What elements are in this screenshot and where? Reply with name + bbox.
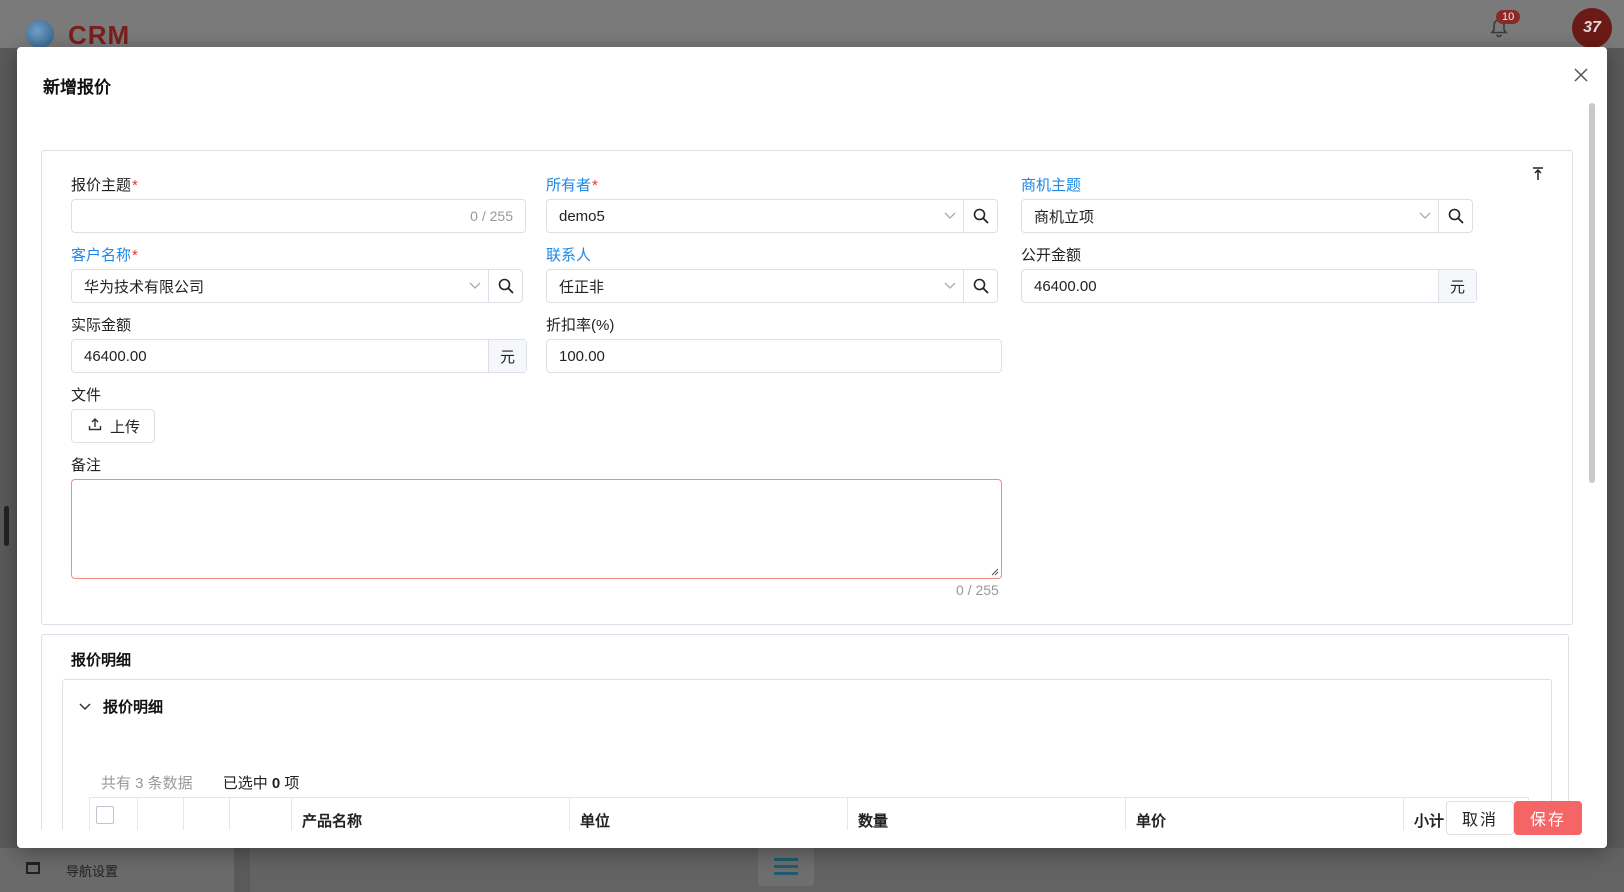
nav-settings-label: 导航设置 [66,864,119,879]
resize-handle-icon[interactable] [991,568,999,576]
chevron-down-icon [79,698,91,715]
chevron-down-icon[interactable] [1412,212,1438,220]
app-header: CRM 10 37 [0,0,1624,50]
total-count-text: 共有 3 条数据 [101,775,193,792]
customer-search-icon[interactable] [488,270,522,302]
notification-badge: 10 [1496,10,1521,24]
subject-char-count: 0 / 255 [470,208,513,224]
customer-select[interactable]: 华为技术有限公司 [71,269,523,303]
dialog-body[interactable]: 报价主题* 0 / 255 所有者* demo5 商机主题 商机立项 客户名称*… [41,103,1596,830]
remark-label: 备注 [71,457,102,474]
discount-input[interactable]: 100.00 [546,339,1002,373]
upload-icon [88,417,102,435]
chevron-down-icon[interactable] [937,212,963,220]
chevron-down-icon[interactable] [462,282,488,290]
chevron-down-icon[interactable] [937,282,963,290]
new-quote-dialog: 新增报价 报价主题* 0 / 255 所有者* demo5 商机主题 商机立项 … [17,47,1607,848]
home-icon [26,862,40,874]
opportunity-select[interactable]: 商机立项 [1021,199,1473,233]
dialog-title: 新增报价 [43,78,111,97]
contact-label[interactable]: 联系人 [546,244,591,265]
actual-amount-input[interactable]: 46400.00 元 [71,339,527,373]
vertical-scrollbar[interactable] [1589,103,1595,483]
discount-label: 折扣率(%) [546,317,615,334]
contact-select[interactable]: 任正非 [546,269,998,303]
menu-toggle-button[interactable] [758,846,814,886]
cancel-button[interactable]: 取消 [1446,801,1514,835]
subject-input[interactable]: 0 / 255 [71,199,526,233]
collapse-top-icon[interactable] [1532,167,1546,183]
sidebar-handle[interactable] [4,506,9,546]
currency-suffix: 元 [1438,270,1476,302]
table-stats: 共有 3 条数据 已选中 0 项 [101,772,299,793]
actual-amount-label: 实际金额 [71,317,132,334]
close-icon[interactable] [1572,67,1590,85]
dialog-footer: 取消 保存 [17,792,1607,848]
globe-logo-icon [26,20,54,48]
owner-search-icon[interactable] [963,200,997,232]
selected-count-text: 已选中 0 项 [222,775,300,792]
remark-char-count: 0 / 255 [956,582,999,598]
save-button[interactable]: 保存 [1514,801,1582,835]
public-amount-input[interactable]: 46400.00 元 [1021,269,1477,303]
remark-textarea[interactable] [71,479,1002,579]
customer-label[interactable]: 客户名称* [71,244,138,265]
public-amount-label: 公开金额 [1021,247,1082,264]
nav-settings[interactable]: 导航设置 [0,848,234,892]
detail-section-title: 报价明细 [71,652,132,669]
opportunity-label[interactable]: 商机主题 [1021,174,1081,195]
file-label: 文件 [71,387,102,404]
detail-panel-header[interactable]: 报价明细 [79,696,163,717]
avatar[interactable]: 37 [1572,8,1612,48]
subject-label: 报价主题* [71,177,138,194]
page-bottom [250,848,1624,892]
opportunity-search-icon[interactable] [1438,200,1472,232]
owner-label[interactable]: 所有者* [546,174,598,195]
basic-info-card: 报价主题* 0 / 255 所有者* demo5 商机主题 商机立项 客户名称*… [41,150,1573,625]
upload-button[interactable]: 上传 [71,409,156,443]
currency-suffix: 元 [488,340,526,372]
owner-select[interactable]: demo5 [546,199,998,233]
contact-search-icon[interactable] [963,270,997,302]
